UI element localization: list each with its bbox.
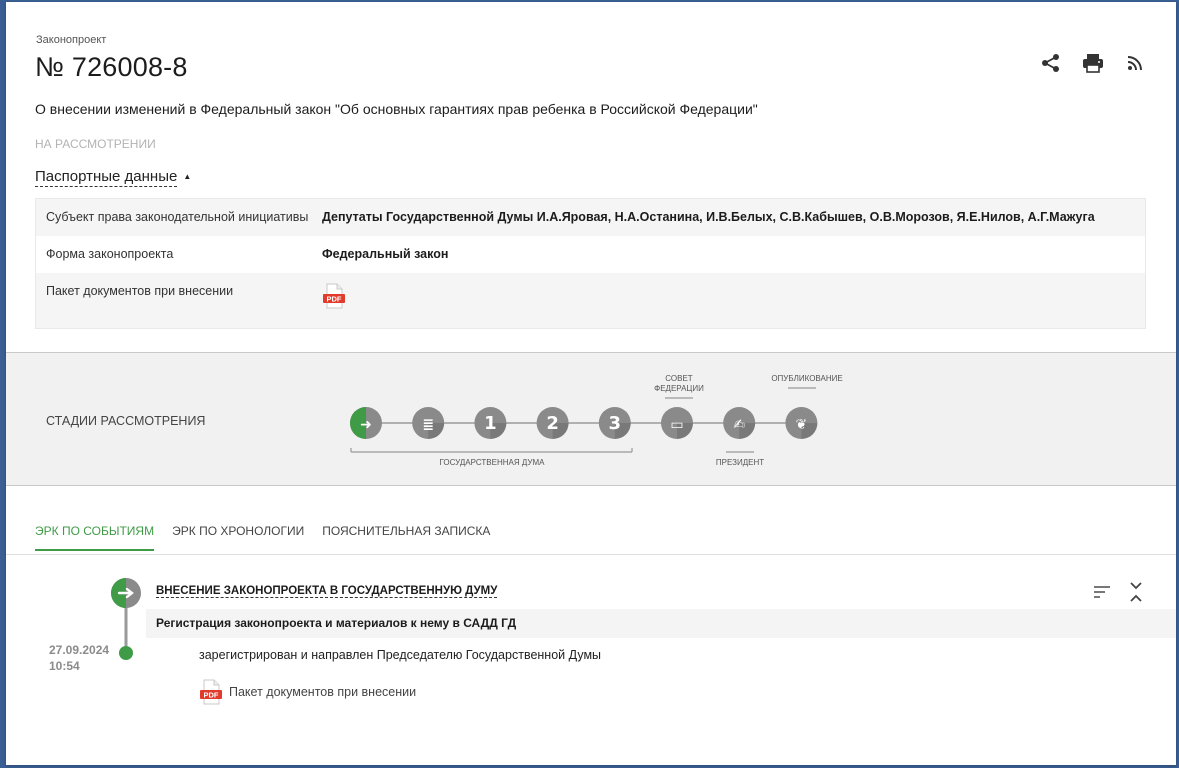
- stage-node-7[interactable]: ✍: [723, 407, 756, 439]
- caret-up-icon: ▲: [183, 172, 192, 181]
- passport-toggle-label: Паспортные данные: [35, 168, 178, 187]
- stage-glyph: 1: [484, 413, 497, 434]
- bill-title: № 726008-8: [35, 52, 188, 82]
- header-actions: [1040, 52, 1146, 74]
- bill-kicker: Законопроект: [36, 34, 107, 46]
- tabs-bar: ЭРК ПО СОБЫТИЯМ ЭРК ПО ХРОНОЛОГИИ ПОЯСНИ…: [35, 524, 490, 551]
- stage-node-2[interactable]: ≣: [412, 407, 445, 439]
- event-datetime: 27.09.2024 10:54: [49, 642, 109, 674]
- passport-value: Депутаты Государственной Думы И.А.Яровая…: [322, 210, 1095, 224]
- timeline-actions: [1092, 580, 1146, 604]
- event-title-link[interactable]: ВНЕСЕНИЕ ЗАКОНОПРОЕКТА В ГОСУДАРСТВЕННУЮ…: [156, 585, 498, 598]
- passport-key: Пакет документов при внесении: [46, 284, 234, 298]
- passport-table: Субъект права законодательной инициативы…: [35, 198, 1146, 329]
- tab-explanatory-note[interactable]: ПОЯСНИТЕЛЬНАЯ ЗАПИСКА: [322, 524, 490, 551]
- group-council-label-2: ФЕДЕРАЦИИ: [654, 384, 704, 393]
- group-duma-label: ГОСУДАРСТВЕННАЯ ДУМА: [440, 458, 546, 467]
- timeline-dot: [119, 646, 133, 660]
- event-text: зарегистрирован и направлен Председателю…: [199, 648, 602, 662]
- rss-icon[interactable]: [1124, 52, 1146, 74]
- event-stage-icon: [111, 578, 141, 608]
- bill-card: Законопроект № 726008-8 О внесении измен…: [6, 2, 1176, 765]
- passport-key: Субъект права законодательной инициативы: [46, 210, 309, 224]
- pdf-text: PDF: [327, 294, 342, 303]
- group-council-label-1: СОВЕТ: [665, 374, 692, 383]
- passport-row: Пакет документов при внесении PDF: [36, 273, 1145, 328]
- group-publication-label: ОПУБЛИКОВАНИЕ: [771, 374, 842, 383]
- event-date: 27.09.2024: [49, 643, 110, 657]
- passport-toggle[interactable]: Паспортные данные ▲: [35, 168, 192, 187]
- sort-icon[interactable]: [1092, 580, 1112, 604]
- stage-node-1[interactable]: ➜: [350, 407, 382, 439]
- bill-status: НА РАССМОТРЕНИИ: [35, 137, 156, 151]
- stage-node-5[interactable]: 3: [598, 407, 631, 439]
- stage-glyph: 3: [609, 413, 622, 434]
- stage-glyph: 2: [546, 413, 559, 434]
- passport-row: Субъект права законодательной инициативы…: [36, 199, 1145, 236]
- share-icon[interactable]: [1040, 52, 1062, 74]
- event-document-link[interactable]: PDF Пакет документов при внесении: [199, 679, 416, 705]
- tab-chronology[interactable]: ЭРК ПО ХРОНОЛОГИИ: [172, 524, 304, 551]
- tabs-divider: [6, 554, 1176, 555]
- pdf-icon: PDF: [200, 679, 222, 705]
- pdf-icon[interactable]: PDF: [322, 283, 346, 314]
- stage-glyph: ✍: [733, 417, 745, 433]
- stages-track: ➜ ≣ 1 2 3 ▭ ✍ ❦ ГОСУДАРСТВЕННАЯ ДУМА СОВЕТ ФЕДЕ…: [350, 374, 843, 467]
- event-timeline: ВНЕСЕНИЕ ЗАКОНОПРОЕКТА В ГОСУДАРСТВЕННУЮ…: [6, 562, 1176, 762]
- passport-value: Федеральный закон: [322, 247, 449, 261]
- stage-node-4[interactable]: 2: [536, 407, 569, 439]
- stage-glyph: ➜: [360, 417, 372, 433]
- stage-node-3[interactable]: 1: [474, 407, 507, 439]
- passport-row: Форма законопроекта Федеральный закон: [36, 236, 1145, 273]
- passport-value: PDF: [322, 283, 1135, 314]
- event-document-label: Пакет документов при внесении: [229, 685, 417, 699]
- stages-panel: СТАДИИ РАССМОТРЕНИЯ ➜ ≣ 1 2 3 ▭ ✍ ❦ ГОСУДАРСТВЕ…: [6, 352, 1176, 486]
- group-president-label: ПРЕЗИДЕНТ: [716, 458, 764, 467]
- event-subtitle: Регистрация законопроекта и материалов к…: [156, 616, 517, 630]
- event-time: 10:54: [49, 659, 80, 673]
- stage-glyph: ≣: [422, 417, 434, 433]
- passport-key: Форма законопроекта: [46, 247, 174, 261]
- print-icon[interactable]: [1082, 52, 1104, 74]
- collapse-icon[interactable]: [1126, 580, 1146, 604]
- stage-node-8[interactable]: ❦: [785, 407, 818, 439]
- tab-events[interactable]: ЭРК ПО СОБЫТИЯМ: [35, 524, 155, 551]
- stage-glyph: ▭: [670, 417, 683, 433]
- stage-node-6[interactable]: ▭: [661, 407, 693, 439]
- stage-glyph: ❦: [796, 417, 808, 433]
- bill-description: О внесении изменений в Федеральный закон…: [35, 101, 758, 117]
- pdf-text: PDF: [204, 690, 219, 699]
